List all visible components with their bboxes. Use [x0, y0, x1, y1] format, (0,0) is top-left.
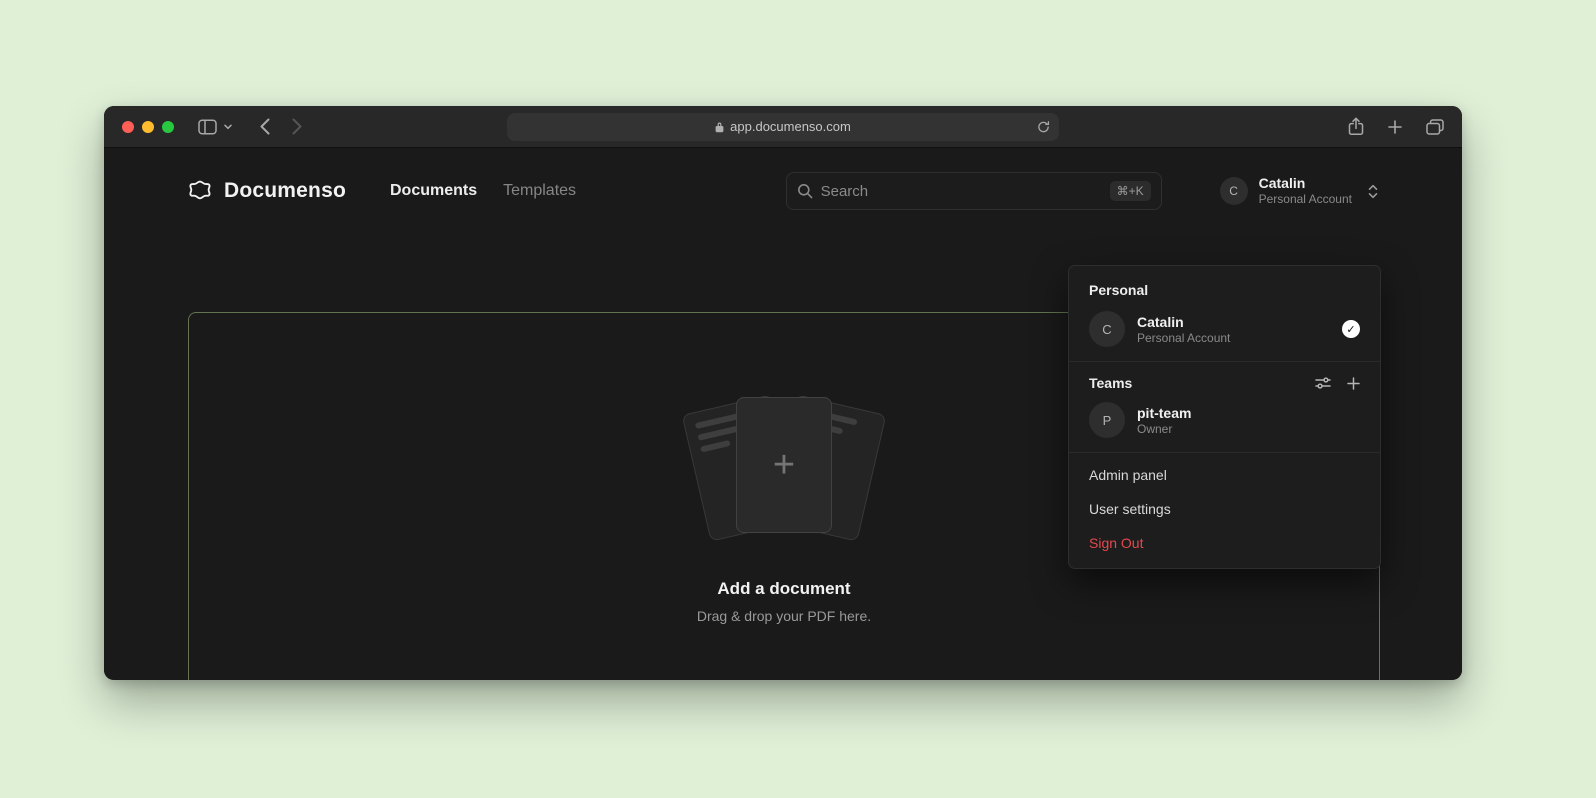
search-icon — [797, 183, 813, 199]
nav-templates[interactable]: Templates — [503, 182, 576, 200]
url-text: app.documenso.com — [730, 119, 851, 134]
documenso-page: Documenso Documents Templates ⌘+K — [104, 148, 1462, 679]
new-tab-icon[interactable] — [1388, 120, 1402, 134]
personal-account-name: Catalin — [1137, 313, 1330, 331]
account-menu-button[interactable]: C Catalin Personal Account — [1220, 175, 1378, 208]
create-team-icon[interactable] — [1347, 377, 1360, 390]
browser-window: app.documenso.com — [104, 106, 1462, 680]
menu-divider — [1069, 361, 1380, 362]
team-role: Owner — [1137, 422, 1360, 436]
nav-documents[interactable]: Documents — [390, 182, 477, 200]
documenso-brand[interactable]: Documenso — [188, 178, 346, 204]
zoom-window-button[interactable] — [162, 121, 174, 133]
document-stack-illustration: + — [679, 393, 889, 543]
chevrons-up-down-icon — [1368, 184, 1378, 199]
team-name: pit-team — [1137, 404, 1360, 422]
close-window-button[interactable] — [122, 121, 134, 133]
team-item[interactable]: P pit-team Owner — [1069, 395, 1380, 447]
search-box[interactable]: ⌘+K — [786, 172, 1162, 210]
manage-teams-icon[interactable] — [1315, 376, 1331, 390]
brand-name: Documenso — [224, 179, 346, 203]
app-header: Documenso Documents Templates ⌘+K — [104, 148, 1462, 234]
teams-section-label: Teams — [1089, 375, 1299, 391]
menu-divider — [1069, 452, 1380, 453]
personal-account-type: Personal Account — [1137, 331, 1330, 345]
tab-overview-icon[interactable] — [1426, 119, 1444, 135]
team-avatar: P — [1089, 402, 1125, 438]
account-avatar: C — [1220, 177, 1248, 205]
account-dropdown-menu: Personal C Catalin Personal Account ✓ Te… — [1068, 265, 1381, 569]
search-input[interactable] — [821, 183, 1102, 200]
personal-account-item[interactable]: C Catalin Personal Account ✓ — [1069, 304, 1380, 356]
tls-lock-icon — [715, 121, 724, 133]
menu-item-admin-panel[interactable]: Admin panel — [1069, 458, 1380, 492]
back-button[interactable] — [260, 118, 270, 135]
reload-icon[interactable] — [1037, 120, 1050, 133]
search-shortcut-badge: ⌘+K — [1110, 181, 1151, 201]
teams-section-header: Teams — [1069, 367, 1380, 395]
address-bar[interactable]: app.documenso.com — [507, 113, 1059, 141]
sidebar-toggle-icon[interactable] — [198, 119, 217, 135]
document-card-add: + — [736, 397, 832, 533]
sidebar-chevron-down-icon[interactable] — [224, 124, 232, 130]
documenso-logo-icon — [188, 178, 214, 204]
main-nav: Documents Templates — [390, 182, 576, 200]
forward-button[interactable] — [292, 118, 302, 135]
desktop-background: app.documenso.com — [0, 0, 1596, 798]
menu-item-sign-out[interactable]: Sign Out — [1069, 526, 1380, 560]
personal-section-label: Personal — [1069, 272, 1380, 304]
add-plus-icon: + — [773, 446, 795, 484]
account-type: Personal Account — [1259, 192, 1352, 207]
account-name: Catalin — [1259, 175, 1352, 193]
menu-item-user-settings[interactable]: User settings — [1069, 492, 1380, 526]
share-icon[interactable] — [1348, 117, 1364, 136]
dropzone-title: Add a document — [717, 579, 850, 599]
dropzone-subtitle: Drag & drop your PDF here. — [697, 608, 871, 624]
browser-titlebar: app.documenso.com — [104, 106, 1462, 148]
minimize-window-button[interactable] — [142, 121, 154, 133]
selected-check-icon: ✓ — [1342, 320, 1360, 338]
personal-account-avatar: C — [1089, 311, 1125, 347]
window-controls — [122, 121, 174, 133]
